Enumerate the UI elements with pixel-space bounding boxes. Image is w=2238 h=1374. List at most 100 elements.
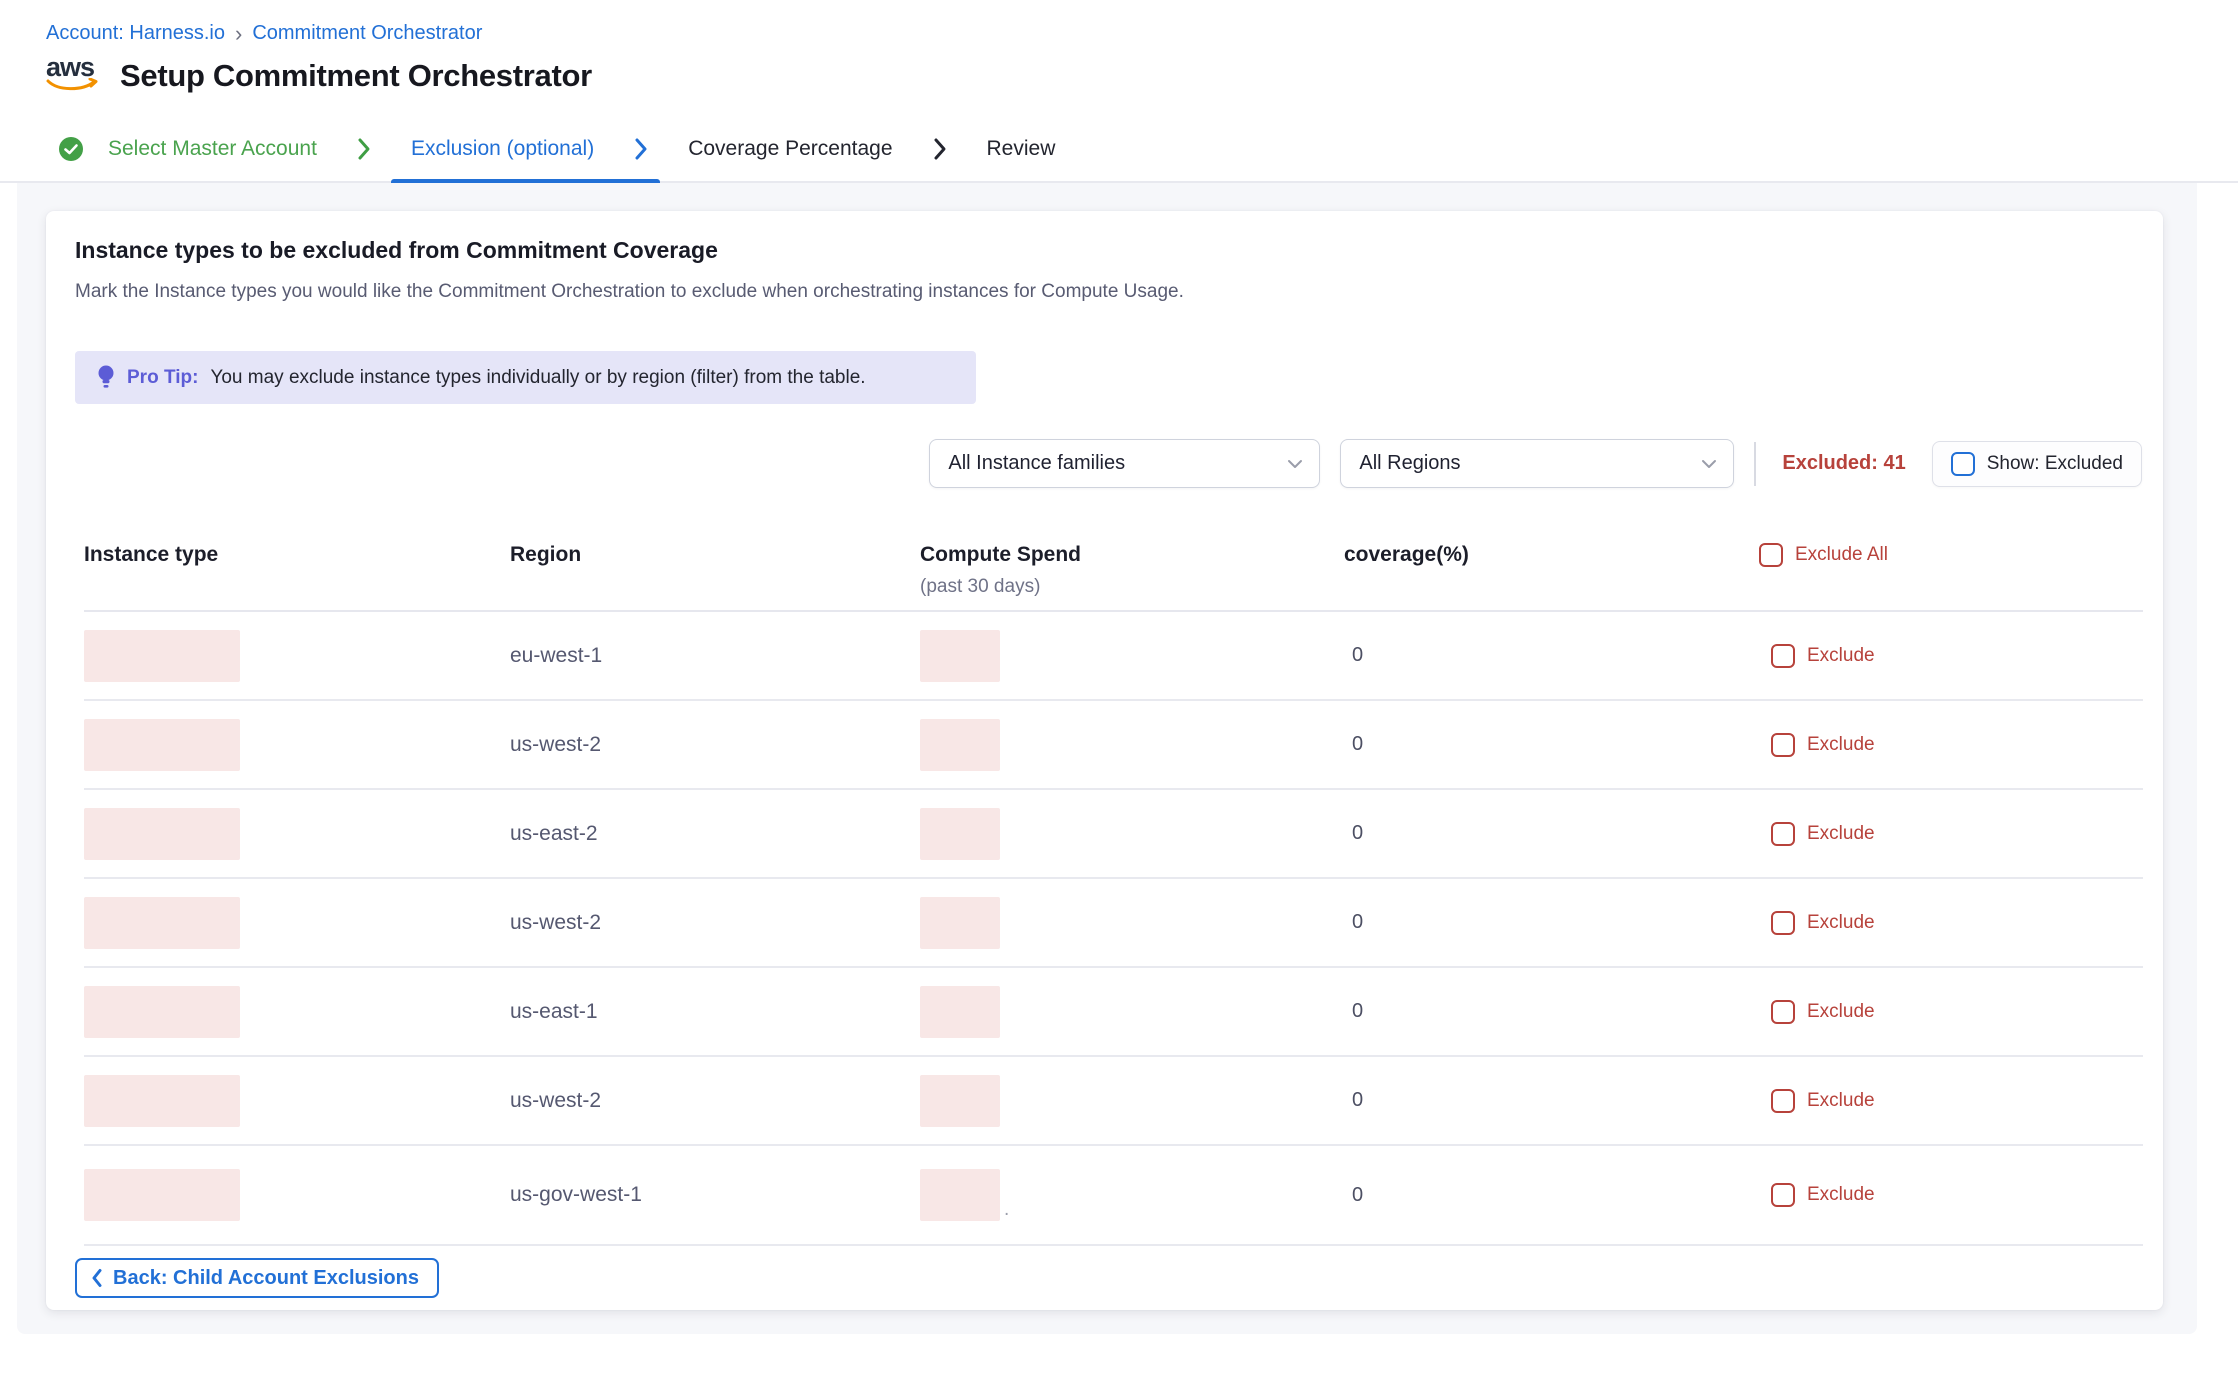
pro-tip-text: You may exclude instance types individua…	[210, 367, 865, 389]
exclude-label: Exclude	[1807, 1001, 1875, 1023]
chevron-left-icon	[91, 1268, 103, 1288]
instance-type-cell	[84, 986, 510, 1038]
filter-row: All Instance families All Regions Exclud…	[929, 439, 2142, 488]
section-heading: Instance types to be excluded from Commi…	[75, 237, 718, 264]
redacted-instance-type	[84, 897, 240, 949]
step-completed-check-icon	[58, 136, 84, 162]
exclude-control[interactable]: Exclude	[1759, 911, 2143, 935]
chevron-down-icon	[1701, 459, 1717, 469]
redacted-compute-spend	[920, 719, 1000, 771]
step-label: Select Master Account	[102, 137, 323, 161]
redacted-compute-spend	[920, 1169, 1000, 1221]
section-subheading: Mark the Instance types you would like t…	[75, 281, 1184, 303]
compute-spend-cell	[920, 1075, 1344, 1127]
redacted-instance-type	[84, 808, 240, 860]
chevron-right-icon	[933, 137, 947, 161]
redacted-compute-spend	[920, 1075, 1000, 1127]
show-excluded-label: Show: Excluded	[1987, 453, 2123, 475]
regions-select-value: All Regions	[1359, 452, 1460, 475]
step-review[interactable]: Review	[981, 116, 1062, 181]
exclude-all-label: Exclude All	[1795, 544, 1888, 566]
instance-type-cell	[84, 719, 510, 771]
instance-families-select[interactable]: All Instance families	[929, 439, 1320, 488]
compute-spend-cell	[920, 986, 1344, 1038]
breadcrumb-page-link[interactable]: Commitment Orchestrator	[252, 22, 482, 45]
column-header-instance-type: Instance type	[84, 543, 510, 567]
step-exclusion-optional[interactable]: Exclusion (optional)	[405, 116, 600, 181]
region-cell: us-west-2	[510, 1089, 920, 1113]
step-label: Coverage Percentage	[682, 137, 898, 161]
coverage-cell: 0	[1344, 644, 1759, 667]
redacted-compute-spend	[920, 897, 1000, 949]
setup-commitment-orchestrator-page: Account: Harness.io › Commitment Orchest…	[0, 0, 2238, 1374]
table-row: us-west-2 0 Exclude	[84, 701, 2143, 790]
redacted-instance-type	[84, 986, 240, 1038]
exclude-all-checkbox[interactable]	[1759, 543, 1783, 567]
step-coverage-percentage[interactable]: Coverage Percentage	[682, 116, 898, 181]
coverage-cell: 0	[1344, 911, 1759, 934]
coverage-cell: 0	[1344, 1184, 1759, 1207]
chevron-right-icon	[357, 137, 371, 161]
show-excluded-toggle[interactable]: Show: Excluded	[1932, 441, 2142, 487]
table-row: us-west-2 0 Exclude	[84, 879, 2143, 968]
chevron-down-icon	[1287, 459, 1303, 469]
breadcrumb-account-link[interactable]: Account: Harness.io	[46, 22, 225, 45]
exclude-control[interactable]: Exclude	[1759, 644, 2143, 668]
instance-exclusion-table: Instance type Region Compute Spend (past…	[84, 527, 2143, 1246]
breadcrumb-separator-icon: ›	[235, 24, 242, 44]
table-row: us-east-2 0 Exclude	[84, 790, 2143, 879]
pro-tip-banner: Pro Tip: You may exclude instance types …	[75, 351, 976, 404]
back-button-label: Back: Child Account Exclusions	[113, 1267, 419, 1290]
redacted-instance-type	[84, 1075, 240, 1127]
exclude-checkbox[interactable]	[1771, 1183, 1795, 1207]
region-cell: eu-west-1	[510, 644, 920, 668]
table-row: eu-west-1 0 Exclude	[84, 612, 2143, 701]
excluded-count: Excluded: 41	[1782, 452, 1905, 475]
breadcrumb: Account: Harness.io › Commitment Orchest…	[46, 22, 482, 45]
exclude-control[interactable]: Exclude	[1759, 822, 2143, 846]
step-label: Review	[981, 137, 1062, 161]
exclude-control[interactable]: Exclude	[1759, 1183, 2143, 1207]
aws-logo-icon: aws	[46, 54, 100, 98]
column-header-coverage: coverage(%)	[1344, 543, 1759, 567]
exclude-checkbox[interactable]	[1771, 733, 1795, 757]
exclude-label: Exclude	[1807, 734, 1875, 756]
coverage-cell: 0	[1344, 822, 1759, 845]
region-cell: us-west-2	[510, 911, 920, 935]
compute-spend-cell	[920, 719, 1344, 771]
instance-type-cell	[84, 808, 510, 860]
exclude-checkbox[interactable]	[1771, 822, 1795, 846]
exclude-checkbox[interactable]	[1771, 644, 1795, 668]
exclude-control[interactable]: Exclude	[1759, 1089, 2143, 1113]
table-header-row: Instance type Region Compute Spend (past…	[84, 527, 2143, 612]
title-row: aws Setup Commitment Orchestrator	[46, 54, 592, 98]
redacted-instance-type	[84, 719, 240, 771]
redacted-compute-spend	[920, 808, 1000, 860]
exclude-label: Exclude	[1807, 1090, 1875, 1112]
show-excluded-checkbox[interactable]	[1951, 452, 1975, 476]
instance-type-cell	[84, 897, 510, 949]
aws-smile-icon	[46, 78, 100, 96]
coverage-cell: 0	[1344, 1089, 1759, 1112]
exclude-checkbox[interactable]	[1771, 1000, 1795, 1024]
back-button[interactable]: Back: Child Account Exclusions	[75, 1258, 439, 1298]
lightbulb-icon	[97, 364, 115, 392]
exclude-control[interactable]: Exclude	[1759, 1000, 2143, 1024]
regions-select[interactable]: All Regions	[1340, 439, 1734, 488]
compute-spend-header-period: (past 30 days)	[920, 576, 1344, 598]
exclude-control[interactable]: Exclude	[1759, 733, 2143, 757]
pro-tip-label: Pro Tip:	[127, 367, 198, 389]
exclude-checkbox[interactable]	[1771, 1089, 1795, 1113]
exclude-label: Exclude	[1807, 1184, 1875, 1206]
exclude-all-control[interactable]: Exclude All	[1759, 543, 2143, 567]
compute-spend-cell	[920, 808, 1344, 860]
compute-spend-cell: .	[920, 1169, 1344, 1221]
column-header-compute-spend: Compute Spend (past 30 days)	[920, 543, 1344, 598]
table-row: us-gov-west-1 . 0 Exclude	[84, 1146, 2143, 1246]
content-panel: Instance types to be excluded from Commi…	[17, 183, 2197, 1334]
table-row: us-east-1 0 Exclude	[84, 968, 2143, 1057]
table-body: eu-west-1 0 Exclude us-west-2 0 Exclude …	[84, 612, 2143, 1246]
step-select-master-account[interactable]: Select Master Account	[58, 116, 323, 181]
redacted-compute-spend	[920, 630, 1000, 682]
exclude-checkbox[interactable]	[1771, 911, 1795, 935]
